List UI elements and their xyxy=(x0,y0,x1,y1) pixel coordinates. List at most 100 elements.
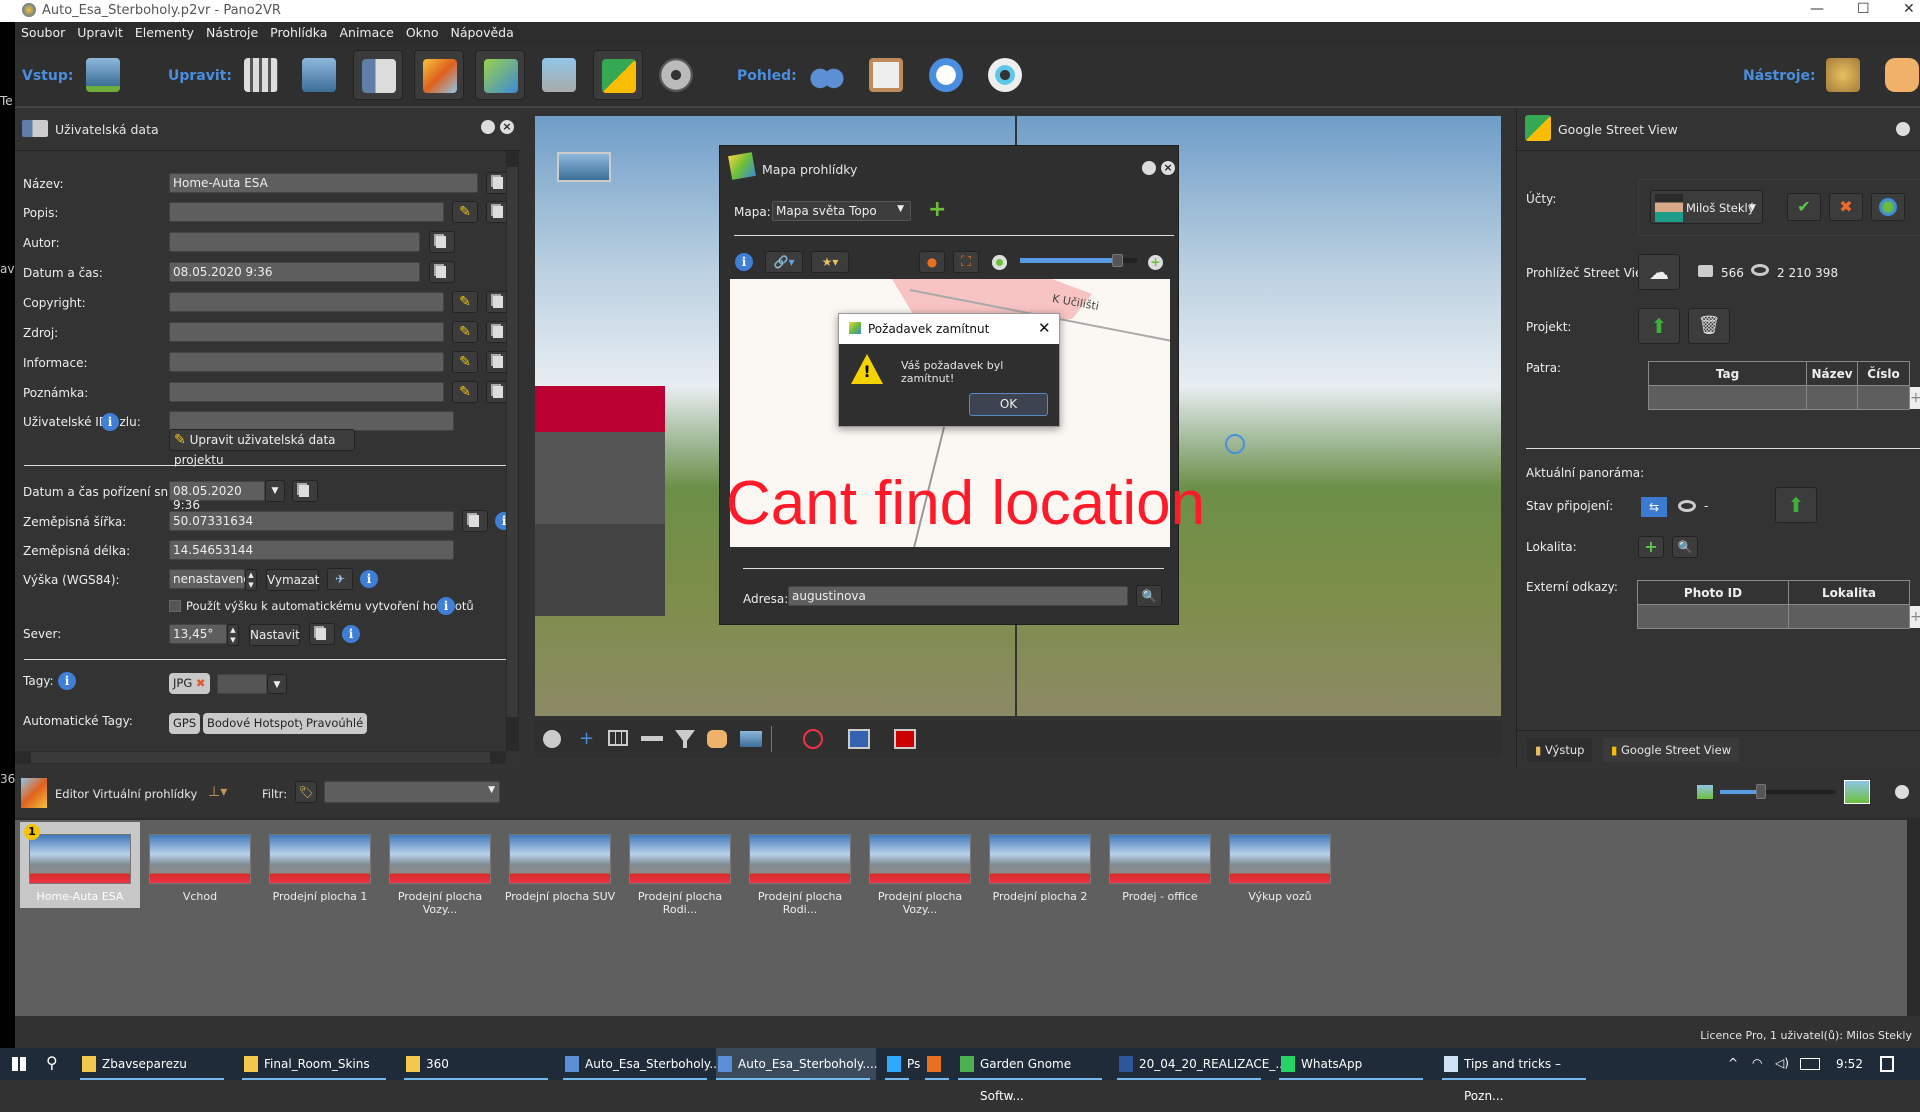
tour-node-item[interactable]: Prodejní plocha Vozy... xyxy=(860,822,980,916)
tag-dropdown[interactable]: ▼ xyxy=(267,674,287,694)
taskbar-item[interactable]: Zbavseparezu xyxy=(80,1048,230,1080)
tour-node-item[interactable]: Prodejní plocha Rodi... xyxy=(620,822,740,916)
close-panel-icon[interactable]: × xyxy=(500,120,514,134)
tray-chevron-icon[interactable]: ^ xyxy=(1728,1056,1738,1070)
pencil-icon[interactable]: ✎ xyxy=(452,321,478,343)
address-field[interactable]: augustinova xyxy=(788,586,1128,606)
nazev-field[interactable]: Home-Auta ESA xyxy=(169,173,478,193)
stamp-dropdown-icon[interactable]: ⊥▾ xyxy=(208,784,227,800)
link-dropdown-icon[interactable]: 🔗▾ xyxy=(765,251,803,273)
close-button[interactable]: ✕ xyxy=(1903,1,1915,17)
capture-date-field[interactable]: 08.05.2020 9:36 xyxy=(169,481,265,512)
tour-node-item[interactable]: Home-Auta ESA 1 xyxy=(20,822,140,908)
column-header[interactable]: Tag xyxy=(1648,361,1807,386)
tour-node-item[interactable]: Vchod xyxy=(140,822,260,908)
vertical-scrollbar[interactable] xyxy=(506,151,519,751)
tools-star-icon[interactable] xyxy=(1818,50,1868,100)
remove-tag-icon[interactable]: ✖ xyxy=(196,676,206,690)
satellite-icon[interactable]: ✈ xyxy=(327,568,353,590)
shield-check-icon[interactable]: ✔ xyxy=(1787,193,1821,221)
undock-icon[interactable] xyxy=(481,120,495,134)
notifications-icon[interactable] xyxy=(1880,1056,1894,1072)
taskbar-item[interactable]: Auto_Esa_Sterboholy.... xyxy=(563,1048,725,1080)
clock[interactable]: 9:52 xyxy=(1836,1057,1863,1071)
target-icon[interactable] xyxy=(803,729,823,749)
google-street-view-icon[interactable] xyxy=(593,50,643,100)
horizontal-scrollbar[interactable] xyxy=(15,751,506,764)
info-icon[interactable]: i xyxy=(58,672,76,690)
adjust-sliders-icon[interactable] xyxy=(236,50,286,100)
thumbnail-size-handle[interactable] xyxy=(1755,784,1766,799)
taskbar-item[interactable]: WhatsApp xyxy=(1279,1048,1429,1080)
altitude-field[interactable]: nenastaveno xyxy=(169,569,251,589)
copy-icon[interactable] xyxy=(462,510,488,532)
copyright-field[interactable] xyxy=(169,292,444,312)
zdroj-field[interactable] xyxy=(169,322,444,342)
altitude-spinner[interactable]: ▲ ▼ xyxy=(245,569,257,591)
north-spinner[interactable]: ▲ ▼ xyxy=(227,624,239,646)
volume-icon[interactable]: ◁) xyxy=(1775,1056,1789,1070)
tour-node-item[interactable]: Prodejní plocha 2 xyxy=(980,822,1100,908)
tour-node-item[interactable]: Prodejní plocha Vozy... xyxy=(380,822,500,916)
taskbar-item[interactable]: Garden Gnome Softw... xyxy=(958,1048,1108,1103)
node-id-field[interactable] xyxy=(169,411,454,431)
autor-field[interactable] xyxy=(169,232,420,252)
shield-remove-icon[interactable]: ✖ xyxy=(1829,193,1863,221)
search-address-icon[interactable]: 🔍 xyxy=(1136,585,1162,607)
thumbnail-size-slider[interactable] xyxy=(1720,790,1836,794)
minimize-button[interactable]: — xyxy=(1810,1,1824,17)
panorama-icon[interactable] xyxy=(740,731,762,747)
account-select[interactable]: Miloš Steklý ▼ xyxy=(1650,190,1763,224)
ruler-icon[interactable] xyxy=(641,736,663,741)
hand-icon[interactable] xyxy=(1877,50,1920,100)
tour-node-item[interactable]: Výkup vozů xyxy=(1220,822,1340,908)
blue-color-picker[interactable] xyxy=(848,729,870,749)
crosshair-icon[interactable] xyxy=(1225,434,1245,454)
zoom-in-icon[interactable]: + xyxy=(1148,255,1163,270)
taskbar-item[interactable] xyxy=(925,1048,955,1080)
column-header[interactable]: Číslo xyxy=(1857,361,1910,386)
menu-napoveda[interactable]: Nápověda xyxy=(444,22,519,43)
tour-map-icon[interactable] xyxy=(475,50,525,100)
cloud-upload-icon[interactable]: ⬆ xyxy=(1638,308,1680,344)
cloud-search-icon[interactable]: ☁ xyxy=(1638,254,1680,290)
north-field[interactable]: 13,45° xyxy=(169,624,227,644)
poznamka-field[interactable] xyxy=(169,382,444,402)
copy-icon[interactable] xyxy=(429,231,455,253)
red-color-picker[interactable] xyxy=(894,729,916,749)
clipboard-icon[interactable] xyxy=(861,50,911,100)
datum-field[interactable]: 08.05.2020 9:36 xyxy=(169,262,420,282)
info-icon[interactable]: i xyxy=(360,570,378,588)
grid-icon[interactable] xyxy=(608,730,628,746)
tour-node-item[interactable]: Prodejní plocha Rodi... xyxy=(740,822,860,916)
undock-icon[interactable] xyxy=(1142,161,1156,175)
fullscreen-icon[interactable]: ⛶ xyxy=(953,251,979,273)
table-row[interactable] xyxy=(1637,604,1910,629)
undock-icon[interactable] xyxy=(1895,785,1909,799)
copy-icon[interactable] xyxy=(429,261,455,283)
menu-okno[interactable]: Okno xyxy=(400,22,445,43)
alert-close-icon[interactable]: ✕ xyxy=(1038,319,1051,337)
taskbar-item[interactable]: Auto_Esa_Sterboholy.... xyxy=(716,1048,878,1080)
maximize-button[interactable]: ☐ xyxy=(1857,1,1870,17)
search-location-icon[interactable]: 🔍 xyxy=(1672,536,1698,558)
copy-icon[interactable] xyxy=(292,480,318,502)
column-header[interactable]: Lokalita xyxy=(1788,580,1910,605)
map-pin-icon[interactable]: ● xyxy=(919,251,945,273)
column-header[interactable]: Název xyxy=(1806,361,1858,386)
tour-node-item[interactable]: Prodejní plocha SUV xyxy=(500,822,620,908)
close-dialog-icon[interactable]: × xyxy=(1161,161,1175,175)
informace-field[interactable] xyxy=(169,352,444,372)
add-map-icon[interactable]: + xyxy=(928,199,946,221)
wifi-icon[interactable]: ◠ xyxy=(1752,1056,1762,1070)
info-icon[interactable]: i xyxy=(735,253,753,271)
table-row[interactable] xyxy=(1648,385,1910,410)
film-reel-icon[interactable] xyxy=(651,50,701,100)
info-icon[interactable]: i xyxy=(342,625,360,643)
meat-grinder-icon[interactable] xyxy=(534,50,584,100)
eye-icon[interactable] xyxy=(980,50,1030,100)
menu-prohlidka[interactable]: Prohlídka xyxy=(264,22,333,43)
taskbar-item[interactable]: Tips and tricks – Pozn... xyxy=(1442,1048,1592,1103)
info-icon[interactable]: i xyxy=(101,413,119,431)
search-icon[interactable]: ⚲ xyxy=(46,1053,58,1072)
